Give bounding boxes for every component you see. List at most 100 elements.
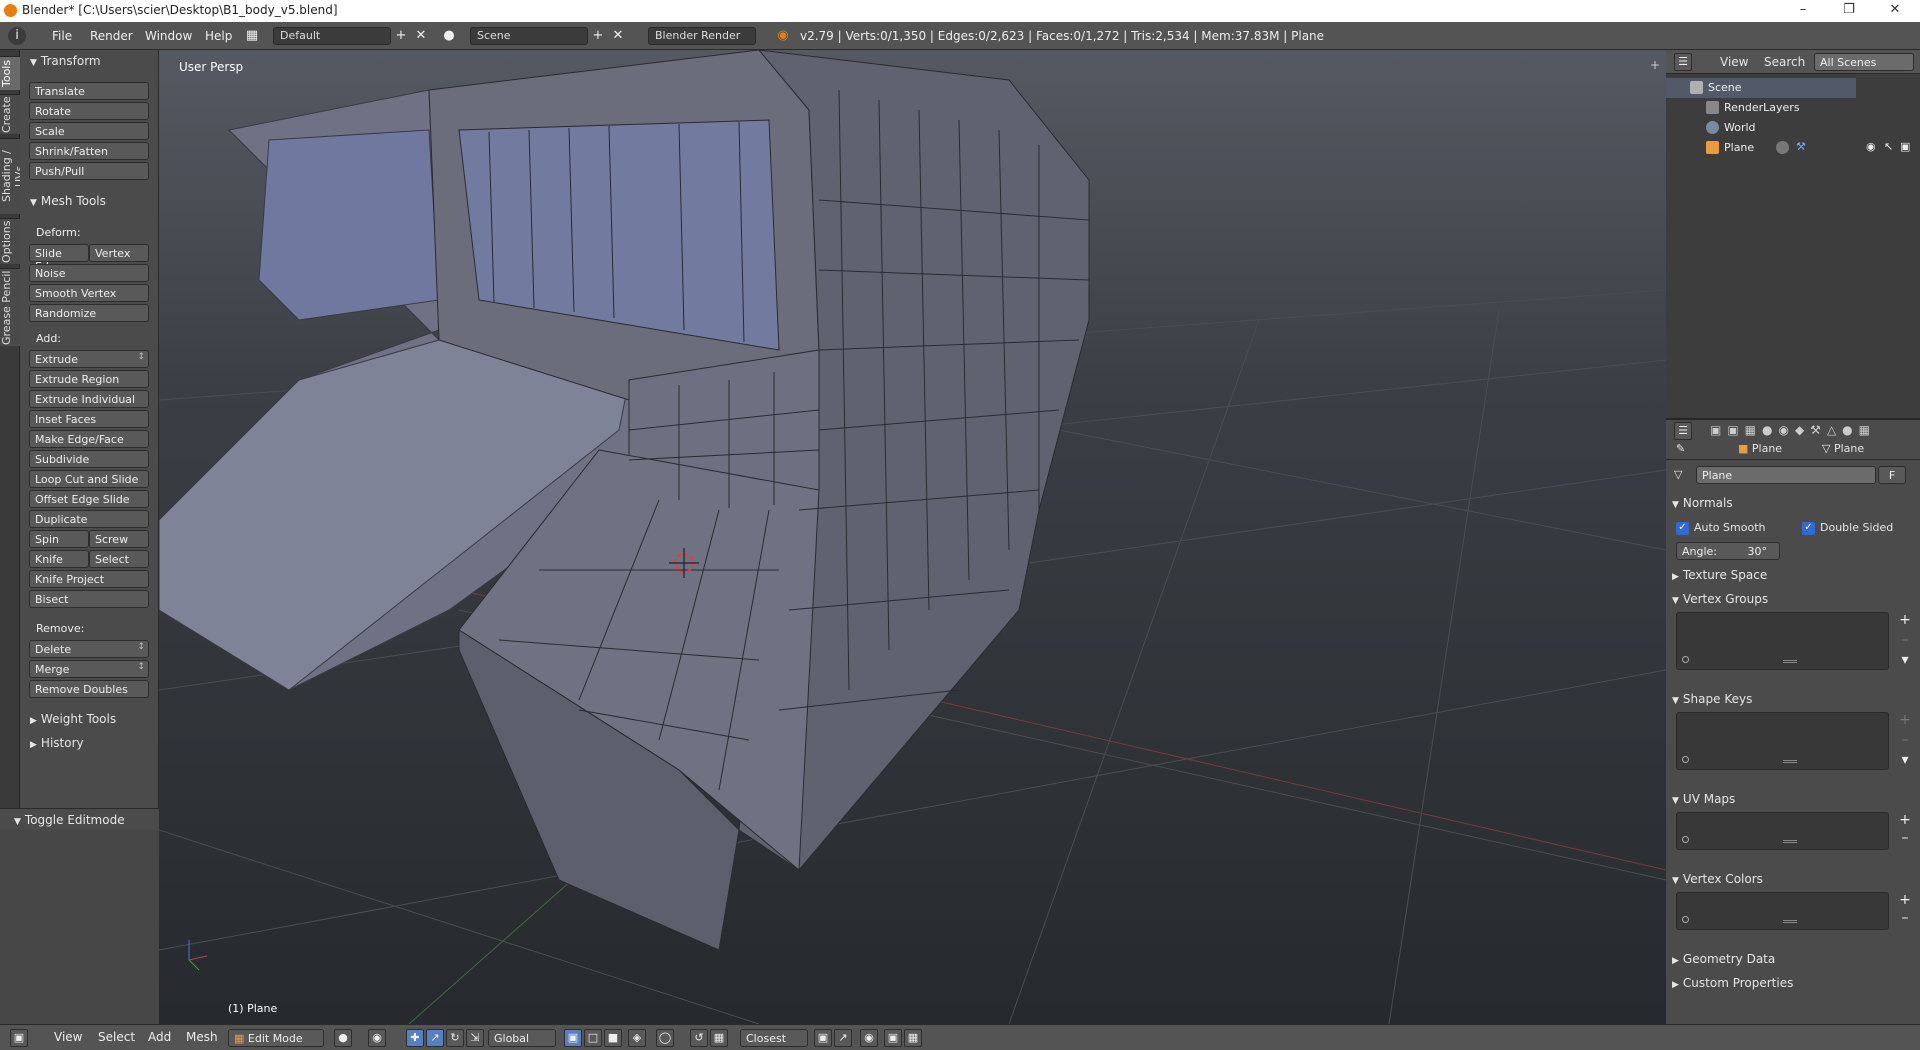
add-shape-key-button[interactable]: + <box>1897 712 1913 728</box>
minimize-icon[interactable]: – <box>1780 0 1826 22</box>
screen-layout-icon[interactable]: ▦ <box>243 27 261 45</box>
remove-uv-map-button[interactable]: – <box>1897 830 1913 846</box>
outliner-row-plane[interactable]: Plane ⚒ ◉ ↖ ▣ <box>1666 138 1920 158</box>
noise-button[interactable]: Noise <box>29 264 149 282</box>
outliner-display-mode[interactable]: All Scenes <box>1814 53 1914 71</box>
vertex-select-mode-icon[interactable]: ▣ <box>564 1029 582 1047</box>
delete-dropdown[interactable]: Delete <box>29 640 149 658</box>
remove-scene-icon[interactable]: ✕ <box>609 27 627 45</box>
add-vertex-group-button[interactable]: + <box>1897 612 1913 628</box>
tab-create[interactable]: Create <box>0 94 20 134</box>
vertex-colors-panel-header[interactable]: ▼ Vertex Colors <box>1672 872 1763 886</box>
menu-add[interactable]: Add <box>148 1030 171 1048</box>
snap-element-icon[interactable]: ▦ <box>710 1029 728 1047</box>
scale-manipulator-icon[interactable]: ⇲ <box>466 1029 484 1047</box>
loop-cut-button[interactable]: Loop Cut and Slide <box>29 470 149 488</box>
scale-button[interactable]: Scale <box>29 122 149 140</box>
auto-smooth-checkbox[interactable]: ✓ <box>1676 522 1689 535</box>
extrude-individual-button[interactable]: Extrude Individual <box>29 390 149 408</box>
texture-space-panel-header[interactable]: ▶ Texture Space <box>1672 568 1767 582</box>
rotate-button[interactable]: Rotate <box>29 102 149 120</box>
outliner-search-menu[interactable]: Search <box>1764 55 1805 69</box>
randomize-button[interactable]: Randomize <box>29 304 149 322</box>
context-mesh-data[interactable]: ▽ Plane <box>1822 442 1864 455</box>
duplicate-button[interactable]: Duplicate <box>29 510 149 528</box>
geometry-data-panel-header[interactable]: ▶ Geometry Data <box>1672 952 1775 966</box>
face-select-mode-icon[interactable]: ■ <box>604 1029 622 1047</box>
opengl-render-icon[interactable]: ◉ <box>860 1029 878 1047</box>
tab-shading-uvs[interactable]: Shading / UVs <box>0 138 26 214</box>
weight-tools-panel-header[interactable]: ▶ Weight Tools <box>30 712 116 726</box>
fake-user-button[interactable]: F <box>1878 466 1906 484</box>
normals-panel-header[interactable]: ▼ Normals <box>1672 496 1733 510</box>
menu-view[interactable]: View <box>54 1030 82 1048</box>
limit-selection-icon[interactable]: ◈ <box>628 1029 646 1047</box>
spin-button[interactable]: Spin <box>29 530 89 548</box>
add-screen-icon[interactable]: + <box>392 27 410 45</box>
add-vertex-color-button[interactable]: + <box>1897 892 1913 908</box>
rotate-manipulator-icon[interactable]: ↻ <box>446 1029 464 1047</box>
transform-panel-header[interactable]: ▼ Transform <box>30 54 101 68</box>
translate-manipulator-icon[interactable]: ↗ <box>426 1029 444 1047</box>
snap-toggle-icon[interactable]: ↺ <box>690 1029 708 1047</box>
selectability-cursor-icon[interactable]: ↖ <box>1884 140 1893 153</box>
tab-grease-pencil[interactable]: Grease Pencil <box>0 268 20 346</box>
auto-smooth-angle-field[interactable]: Angle: 30° <box>1676 542 1780 560</box>
mesh-datablock-name[interactable]: Plane <box>1696 466 1876 484</box>
scene-icon[interactable]: ● <box>440 27 458 45</box>
mesh-tools-panel-header[interactable]: ▼ Mesh Tools <box>30 194 106 208</box>
snap-target-select[interactable]: Closest <box>740 1029 808 1047</box>
viewport-shading-icon[interactable]: ● <box>334 1029 352 1047</box>
render-animation-icon[interactable]: ▣ <box>884 1029 902 1047</box>
shrink-fatten-button[interactable]: Shrink/Fatten <box>29 142 149 160</box>
menu-help[interactable]: Help <box>205 29 232 43</box>
properties-region-toggle-icon[interactable]: + <box>1650 58 1660 72</box>
context-object[interactable]: ■ Plane <box>1738 442 1782 455</box>
menu-window[interactable]: Window <box>145 29 192 43</box>
toggle-editmode-panel[interactable]: ▼ Toggle Editmode <box>0 808 159 830</box>
screen-layout-field[interactable]: Default <box>273 27 391 45</box>
snap-align-icon[interactable]: ▣ <box>814 1029 832 1047</box>
mode-select[interactable]: ▦ Edit Mode <box>228 1029 324 1047</box>
offset-edge-slide-button[interactable]: Offset Edge Slide <box>29 490 149 508</box>
editor-type-icon[interactable]: ▣ <box>10 1029 28 1047</box>
tab-tools[interactable]: Tools <box>0 56 20 90</box>
close-icon[interactable]: ✕ <box>1872 0 1918 22</box>
tab-options[interactable]: Options <box>0 218 20 264</box>
screw-button[interactable]: Screw <box>89 530 149 548</box>
mesh-data-icon[interactable] <box>1776 141 1789 154</box>
outliner-row-world[interactable]: World <box>1666 118 1920 138</box>
history-panel-header[interactable]: ▶ History <box>30 736 84 750</box>
scene-field[interactable]: Scene <box>470 27 588 45</box>
remove-shape-key-button[interactable]: – <box>1897 732 1913 748</box>
smooth-vertex-button[interactable]: Smooth Vertex <box>29 284 149 302</box>
proportional-editing-icon[interactable]: ◯ <box>656 1029 674 1047</box>
menu-file[interactable]: File <box>52 29 72 43</box>
renderability-camera-icon[interactable]: ▣ <box>1900 140 1910 153</box>
snap-project-icon[interactable]: ↗ <box>834 1029 852 1047</box>
remove-screen-icon[interactable]: ✕ <box>412 27 430 45</box>
shape-keys-panel-header[interactable]: ▼ Shape Keys <box>1672 692 1752 706</box>
outliner-editor-icon[interactable]: ☰ <box>1674 53 1692 71</box>
visibility-eye-icon[interactable]: ◉ <box>1866 140 1876 153</box>
properties-context-icons[interactable]: ▣▣▦●◉◆⚒△●▦ <box>1710 423 1876 437</box>
knife-project-button[interactable]: Knife Project <box>29 570 149 588</box>
remove-vertex-group-button[interactable]: – <box>1897 632 1913 648</box>
outliner-view-menu[interactable]: View <box>1720 55 1748 69</box>
mesh-data-browse-icon[interactable]: ▽ <box>1674 468 1682 481</box>
bisect-button[interactable]: Bisect <box>29 590 149 608</box>
extrude-region-button[interactable]: Extrude Region <box>29 370 149 388</box>
inset-faces-button[interactable]: Inset Faces <box>29 410 149 428</box>
subdivide-button[interactable]: Subdivide <box>29 450 149 468</box>
pivot-point-icon[interactable]: ◉ <box>368 1029 386 1047</box>
edge-select-mode-icon[interactable]: □ <box>584 1029 602 1047</box>
translate-button[interactable]: Translate <box>29 82 149 100</box>
vertex-group-specials-icon[interactable]: ▾ <box>1897 652 1913 668</box>
render-engine-select[interactable]: Blender Render <box>648 27 756 45</box>
add-scene-icon[interactable]: + <box>589 27 607 45</box>
vertex-colors-list[interactable] <box>1676 892 1889 930</box>
outliner-row-scene[interactable]: Scene <box>1666 78 1856 98</box>
add-uv-map-button[interactable]: + <box>1897 812 1913 828</box>
info-editor-icon[interactable]: i <box>8 27 26 45</box>
pin-icon[interactable]: ✎ <box>1676 442 1685 455</box>
